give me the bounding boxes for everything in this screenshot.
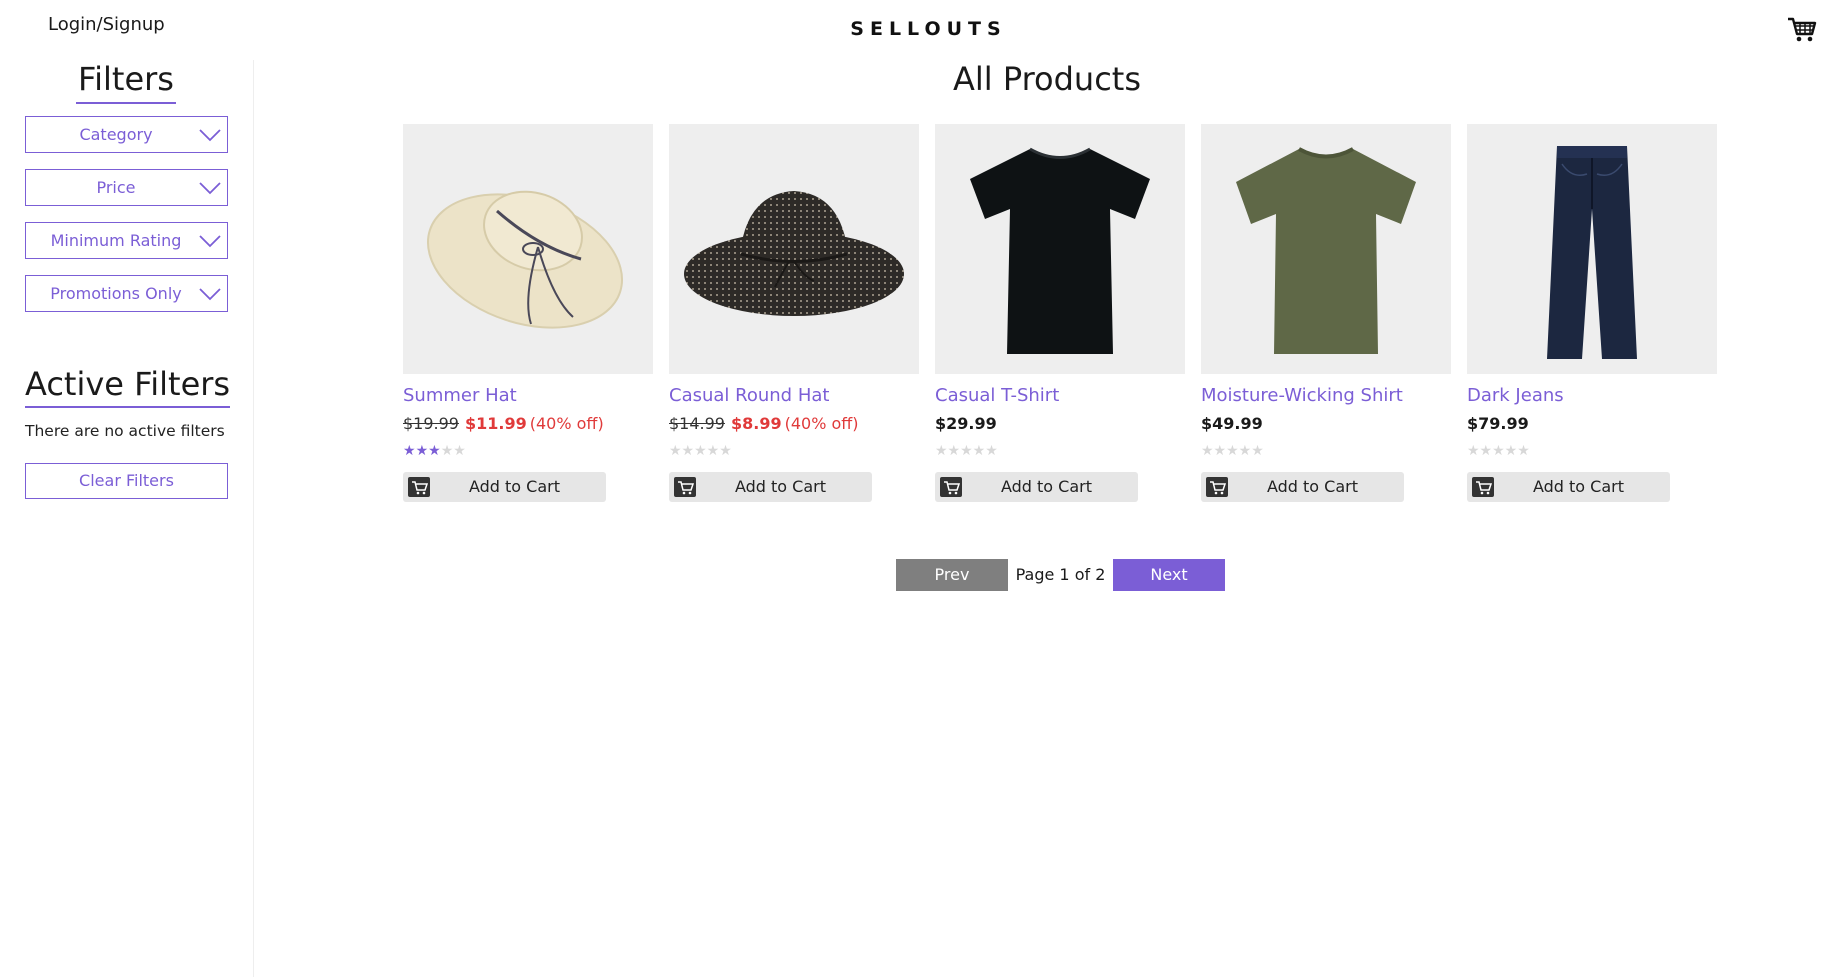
dropdown-label: Category bbox=[79, 125, 153, 144]
dark-jeans-image bbox=[1547, 146, 1637, 359]
page-title: All Products bbox=[952, 60, 1141, 98]
star-filled-icon: ★ bbox=[403, 443, 416, 459]
add-to-cart-label: Add to Cart bbox=[734, 477, 827, 496]
category-dropdown[interactable]: Category bbox=[25, 116, 228, 153]
star-empty-icon: ★ bbox=[453, 443, 466, 459]
product-name[interactable]: Summer Hat bbox=[403, 385, 653, 406]
star-empty-icon: ★★★★★ bbox=[1201, 443, 1264, 459]
discount-label: (40% off) bbox=[784, 414, 859, 433]
filters-sidebar: Filters Category Price Minimum Rating Pr… bbox=[0, 60, 254, 977]
chevron-down-icon bbox=[199, 235, 221, 248]
dropdown-label: Minimum Rating bbox=[50, 231, 182, 250]
product-card: Casual T-Shirt $29.99 ★★★★★ Add to Cart bbox=[935, 124, 1185, 502]
chevron-down-icon bbox=[199, 182, 221, 195]
product-card: Moisture-Wicking Shirt $49.99 ★★★★★ Add … bbox=[1201, 124, 1451, 502]
product-price: $29.99 bbox=[935, 414, 1185, 434]
product-price: $19.99 $11.99 (40% off) bbox=[403, 414, 653, 434]
star-empty-icon: ★★★★★ bbox=[1467, 443, 1530, 459]
round-hat-image bbox=[684, 191, 904, 316]
sale-price: $8.99 bbox=[730, 414, 782, 433]
clear-filters-button[interactable]: Clear Filters bbox=[25, 463, 228, 499]
black-tshirt-image bbox=[970, 147, 1150, 354]
product-price: $14.99 $8.99 (40% off) bbox=[669, 414, 919, 434]
add-to-cart-label: Add to Cart bbox=[468, 477, 561, 496]
minimum-rating-dropdown[interactable]: Minimum Rating bbox=[25, 222, 228, 259]
header: Login/Signup SELLOUTS bbox=[0, 0, 1839, 60]
product-image-summer-hat[interactable] bbox=[403, 124, 653, 374]
chevron-down-icon bbox=[199, 129, 221, 142]
discount-label: (40% off) bbox=[529, 414, 604, 433]
product-image-dark-jeans[interactable] bbox=[1467, 124, 1717, 374]
cart-icon[interactable] bbox=[1787, 16, 1817, 44]
green-shirt-image bbox=[1236, 147, 1416, 354]
add-to-cart-label: Add to Cart bbox=[1532, 477, 1625, 496]
rating-stars: ★★★★★ bbox=[1201, 443, 1451, 461]
summer-hat-image bbox=[426, 190, 624, 329]
filters-heading-text: Filters bbox=[76, 60, 176, 104]
original-price: $14.99 bbox=[669, 414, 725, 433]
original-price: $19.99 bbox=[403, 414, 459, 433]
add-to-cart-button[interactable]: Add to Cart bbox=[1201, 472, 1404, 502]
product-card: Casual Round Hat $14.99 $8.99 (40% off) ★★… bbox=[669, 124, 919, 502]
add-to-cart-label: Add to Cart bbox=[1266, 477, 1359, 496]
rating-stars: ★★★★★ bbox=[669, 443, 919, 461]
dropdown-label: Price bbox=[96, 178, 136, 197]
add-to-cart-button[interactable]: Add to Cart bbox=[403, 472, 606, 502]
product-name[interactable]: Moisture-Wicking Shirt bbox=[1201, 385, 1451, 406]
product-card: Dark Jeans $79.99 ★★★★★ Add to Cart bbox=[1467, 124, 1717, 502]
no-active-filters-text: There are no active filters bbox=[25, 422, 225, 440]
product-name[interactable]: Casual Round Hat bbox=[669, 385, 919, 406]
product-card: Summer Hat $19.99 $11.99 (40% off) ★★★★★ A… bbox=[403, 124, 653, 502]
regular-price: $49.99 bbox=[1201, 414, 1263, 433]
product-name[interactable]: Casual T-Shirt bbox=[935, 385, 1185, 406]
promotions-only-dropdown[interactable]: Promotions Only bbox=[25, 275, 228, 312]
star-filled-icon: ★ bbox=[415, 443, 429, 459]
product-image-black-tshirt[interactable] bbox=[935, 124, 1185, 374]
add-to-cart-button[interactable]: Add to Cart bbox=[1467, 472, 1670, 502]
active-filters-heading: Active Filters bbox=[25, 365, 231, 408]
regular-price: $29.99 bbox=[935, 414, 997, 433]
rating-stars: ★★★★★ bbox=[1467, 443, 1717, 461]
star-empty-icon: ★★★★★ bbox=[935, 443, 998, 459]
product-image-green-shirt[interactable] bbox=[1201, 124, 1451, 374]
product-price: $49.99 bbox=[1201, 414, 1451, 434]
star-filled-icon: ★ bbox=[428, 443, 441, 459]
add-to-cart-label: Add to Cart bbox=[1000, 477, 1093, 496]
rating-stars: ★★★★★ bbox=[935, 443, 1185, 461]
add-to-cart-button[interactable]: Add to Cart bbox=[935, 472, 1138, 502]
sale-price: $11.99 bbox=[464, 414, 527, 433]
active-filters-heading-text: Active Filters bbox=[25, 365, 231, 408]
add-to-cart-button[interactable]: Add to Cart bbox=[669, 472, 872, 502]
page-indicator: Page 1 of 2 bbox=[1015, 565, 1106, 584]
product-image-round-hat[interactable] bbox=[669, 124, 919, 374]
star-empty-icon: ★ bbox=[440, 443, 454, 459]
product-name[interactable]: Dark Jeans bbox=[1467, 385, 1717, 406]
next-page-button[interactable]: Next bbox=[1113, 559, 1225, 591]
star-empty-icon: ★★★★★ bbox=[669, 443, 732, 459]
chevron-down-icon bbox=[199, 288, 221, 301]
brand-logo[interactable]: SELLOUTS bbox=[0, 18, 1839, 40]
product-price: $79.99 bbox=[1467, 414, 1717, 434]
prev-page-button[interactable]: Prev bbox=[896, 559, 1008, 591]
regular-price: $79.99 bbox=[1467, 414, 1529, 433]
rating-stars: ★★★★★ bbox=[403, 443, 653, 461]
dropdown-label: Promotions Only bbox=[50, 284, 182, 303]
filters-heading: Filters bbox=[0, 60, 252, 104]
price-dropdown[interactable]: Price bbox=[25, 169, 228, 206]
